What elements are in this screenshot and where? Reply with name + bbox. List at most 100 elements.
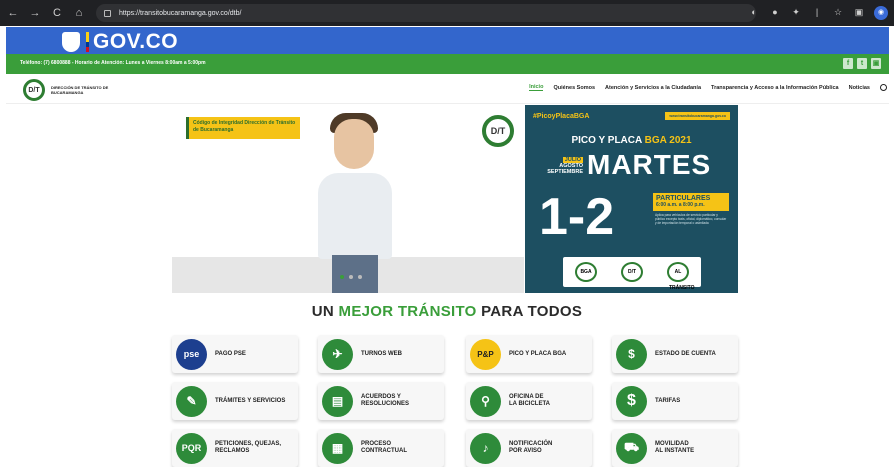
car-icon: ⛟ xyxy=(616,432,647,464)
service-label: MOVILIDAD AL INSTANTE xyxy=(655,441,695,454)
extension-icon[interactable]: ● xyxy=(769,6,781,18)
slider-dot[interactable] xyxy=(358,275,362,279)
pico-placa-icon: P&P xyxy=(470,338,501,370)
dt-logo-small: D/T xyxy=(621,262,643,282)
hero-dt-logo: D/T xyxy=(482,115,514,147)
main-menu: Inicio Quiénes Somos Atención y Servicio… xyxy=(529,84,887,91)
slider-dot[interactable] xyxy=(340,275,344,279)
service-notificacion[interactable]: ♪ NOTIFICACIÓN POR AVISO xyxy=(466,429,592,467)
menu-item-atencion[interactable]: Atención y Servicios a la Ciudadanía xyxy=(605,85,701,91)
banner-note: Aplica para vehículos de servicio partic… xyxy=(655,213,727,225)
character-legs xyxy=(332,255,378,293)
service-tarifas[interactable]: $ TARIFAS xyxy=(612,382,738,420)
character-head xyxy=(334,119,374,169)
bell-icon: ♪ xyxy=(470,432,501,464)
slider-dots xyxy=(340,275,362,279)
service-label: PROCESO CONTRACTUAL xyxy=(361,441,407,454)
character-body xyxy=(318,173,392,259)
contact-info-bar: Teléfono: (7) 6800888 - Horario de Atenc… xyxy=(6,54,889,74)
gov-co-text: GOV.CO xyxy=(93,30,179,53)
url-text[interactable]: https://transitobucaramanga.gov.co/dtb/ xyxy=(119,10,241,17)
service-label: TURNOS WEB xyxy=(361,350,402,357)
service-acuerdos[interactable]: ▤ ACUERDOS Y RESOLUCIONES xyxy=(318,382,444,420)
slider-dot[interactable] xyxy=(349,275,353,279)
forward-icon[interactable]: → xyxy=(26,4,44,22)
section-title: UN MEJOR TRÁNSITO PARA TODOS xyxy=(0,303,894,320)
service-pqr[interactable]: PQR PETICIONES, QUEJAS, RECLAMOS xyxy=(172,429,298,467)
contact-info-text: Teléfono: (7) 6800888 - Horario de Atenc… xyxy=(20,60,206,66)
service-bicicleta[interactable]: ⚲ OFICINA DE LA BICICLETA xyxy=(466,382,592,420)
title-highlight: MEJOR TRÁNSITO xyxy=(338,303,477,320)
banner-digits: 1-2 xyxy=(539,188,615,246)
dt-logo[interactable]: D/T xyxy=(23,79,45,101)
service-pago-pse[interactable]: pse PAGO PSE xyxy=(172,335,298,373)
service-proceso-contractual[interactable]: ▦ PROCESO CONTRACTUAL xyxy=(318,429,444,467)
menu-item-inicio[interactable]: Inicio xyxy=(529,84,544,91)
checklist-icon: ✎ xyxy=(176,385,207,417)
service-estado-cuenta[interactable]: $ ESTADO DE CUENTA xyxy=(612,335,738,373)
lock-icon xyxy=(104,9,111,17)
category-box: PARTICULARES 6:00 a.m. a 8:00 p.m. xyxy=(653,193,729,211)
service-tramites[interactable]: ✎ TRÁMITES Y SERVICIOS xyxy=(172,382,298,420)
banner-title: PICO Y PLACA BGA 2021 xyxy=(525,135,738,146)
integrity-code-label: Código de Integridad Dirección de Tránsi… xyxy=(186,117,300,139)
instagram-icon[interactable]: ▣ xyxy=(871,58,881,69)
facebook-icon[interactable]: f xyxy=(843,58,853,69)
document-icon: ▤ xyxy=(322,385,353,417)
search-icon[interactable] xyxy=(880,84,887,91)
pse-icon: pse xyxy=(176,338,207,370)
service-label: ESTADO DE CUENTA xyxy=(655,350,716,357)
gov-co-logo[interactable]: GOV.CO xyxy=(62,30,178,54)
back-icon[interactable]: ← xyxy=(4,4,22,22)
alcaldia-logo: BGA xyxy=(575,262,597,282)
banner-months: JULIO AGOSTO SEPTIEMBRE xyxy=(539,157,583,175)
category-label: PARTICULARES xyxy=(656,195,711,202)
tracking-icon[interactable]: ◐ xyxy=(748,6,760,18)
title-part-b: PARA TODOS xyxy=(476,303,583,320)
hero-slider[interactable]: Código de Integridad Dirección de Tránsi… xyxy=(172,105,524,293)
profile-avatar[interactable]: ◉ xyxy=(874,6,888,20)
twitter-icon[interactable]: t xyxy=(857,58,867,69)
social-links: f t ▣ xyxy=(843,58,881,69)
gov-co-bar: GOV.CO xyxy=(6,27,889,54)
menu-item-noticias[interactable]: Noticias xyxy=(849,85,870,91)
service-movilidad[interactable]: ⛟ MOVILIDAD AL INSTANTE xyxy=(612,429,738,467)
pqr-icon: PQR xyxy=(176,432,207,464)
bicycle-icon: ⚲ xyxy=(470,385,501,417)
pico-y-placa-banner[interactable]: #PicoyPlacaBGA www.transitobucaramanga.g… xyxy=(525,105,738,293)
logo-text[interactable]: DIRECCIÓN DE TRÁNSITO DE BUCARAMANGA xyxy=(51,85,121,95)
account-status-icon: $ xyxy=(616,338,647,370)
service-turnos-web[interactable]: ✈ TURNOS WEB xyxy=(318,335,444,373)
extension-green-icon[interactable]: ✦ xyxy=(790,6,802,18)
ticket-icon: ✈ xyxy=(322,338,353,370)
address-bar[interactable]: https://transitobucaramanga.gov.co/dtb/ xyxy=(96,4,756,22)
banner-logos: BGA D/T AL TRÁNSITO xyxy=(563,257,701,291)
service-pico-y-placa[interactable]: P&P PICO Y PLACA BGA xyxy=(466,335,592,373)
dollar-icon: $ xyxy=(616,385,647,417)
service-label: TARIFAS xyxy=(655,397,681,404)
service-label: ACUERDOS Y RESOLUCIONES xyxy=(361,394,410,407)
service-label: PETICIONES, QUEJAS, RECLAMOS xyxy=(215,441,282,454)
menu-item-quienes-somos[interactable]: Quiénes Somos xyxy=(553,85,595,91)
separator-icon: | xyxy=(815,7,819,17)
reload-icon[interactable]: C xyxy=(48,4,66,22)
service-label: TRÁMITES Y SERVICIOS xyxy=(215,397,286,404)
banner-title-highlight: BGA 2021 xyxy=(644,135,692,146)
favorites-icon[interactable]: ☆ xyxy=(832,6,844,18)
home-icon[interactable]: ⌂ xyxy=(70,4,88,22)
banner-url: www.transitobucaramanga.gov.co xyxy=(665,112,730,120)
campaign-logo: AL TRÁNSITO xyxy=(667,262,694,291)
service-label: OFICINA DE LA BICICLETA xyxy=(509,394,550,407)
collections-icon[interactable]: ▣ xyxy=(853,6,865,18)
browser-toolbar: ← → C ⌂ https://transitobucaramanga.gov.… xyxy=(0,0,894,26)
banner-title-main: PICO Y PLACA xyxy=(571,135,645,146)
banner-day: MARTES xyxy=(587,149,712,180)
hashtag: #PicoyPlacaBGA xyxy=(533,113,590,120)
menu-item-transparencia[interactable]: Transparencia y Acceso a la Información … xyxy=(711,85,839,91)
category-hours: 6:00 a.m. a 8:00 p.m. xyxy=(656,202,705,208)
month-september: SEPTIEMBRE xyxy=(547,169,583,175)
colombia-flag-icon xyxy=(86,32,89,52)
coat-of-arms-icon xyxy=(62,32,80,52)
site-header: D/T DIRECCIÓN DE TRÁNSITO DE BUCARAMANGA… xyxy=(6,74,889,104)
service-label: NOTIFICACIÓN POR AVISO xyxy=(509,441,553,454)
